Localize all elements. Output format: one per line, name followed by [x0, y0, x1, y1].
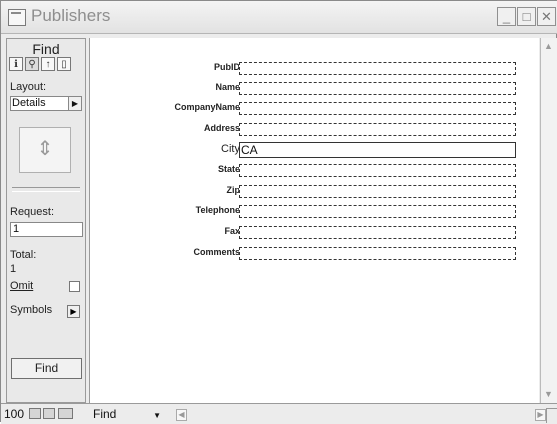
- form-area: PubID Name CompanyName Address City CA S…: [89, 38, 539, 403]
- pubid-label: PubID: [214, 62, 240, 72]
- zip-label: Zip: [226, 185, 241, 195]
- scroll-left-icon[interactable]: ◀: [176, 409, 187, 421]
- mode-select[interactable]: Find ▼: [93, 407, 163, 421]
- document-icon: [8, 9, 26, 26]
- chevron-down-icon[interactable]: ▼: [153, 409, 161, 423]
- scroll-up-icon[interactable]: ▲: [543, 41, 554, 51]
- omit-label: Omit: [10, 280, 34, 292]
- book-icon: ⇕: [36, 138, 54, 160]
- app-window: Publishers _ □ ✕ Find ℹ ⚲ ↑ ▯ Layout: De…: [0, 0, 557, 424]
- name-label: Name: [215, 82, 240, 92]
- browse-mode-icon[interactable]: ℹ: [9, 57, 23, 71]
- telephone-field[interactable]: [239, 205, 516, 218]
- minimize-button[interactable]: _: [497, 7, 516, 26]
- fax-label: Fax: [224, 226, 240, 236]
- companyname-label: CompanyName: [174, 102, 240, 112]
- status-area-toggle-icon[interactable]: [58, 408, 73, 419]
- address-field[interactable]: [239, 123, 516, 136]
- fax-field[interactable]: [239, 226, 516, 239]
- state-field[interactable]: [239, 164, 516, 177]
- scroll-down-icon[interactable]: ▼: [543, 389, 554, 399]
- status-bar: 100 Find ▼ ◀ ▶: [1, 403, 557, 424]
- mode-heading: Find: [32, 41, 60, 57]
- scroll-right-icon[interactable]: ▶: [535, 409, 546, 421]
- title-bar: Publishers _ □ ✕: [1, 1, 557, 34]
- comments-label: Comments: [193, 247, 240, 257]
- find-mode-icon[interactable]: ⚲: [25, 57, 39, 71]
- layout-mode-icon[interactable]: ↑: [41, 57, 55, 71]
- request-input[interactable]: 1: [10, 222, 83, 237]
- layout-value: Details: [12, 97, 46, 109]
- close-button[interactable]: ✕: [537, 7, 556, 26]
- window-title: Publishers: [31, 6, 111, 25]
- status-area: Find ℹ ⚲ ↑ ▯ Layout: Details ▶ ⇕ Request…: [6, 38, 86, 403]
- layout-label: Layout:: [10, 81, 47, 93]
- maximize-button[interactable]: □: [517, 7, 536, 26]
- comments-field[interactable]: [239, 247, 516, 260]
- symbols-label: Symbols: [10, 304, 53, 316]
- total-label: Total:: [10, 249, 37, 261]
- zip-field[interactable]: [239, 185, 516, 198]
- vertical-scrollbar[interactable]: ▲ ▼: [540, 38, 557, 403]
- pubid-field[interactable]: [239, 62, 516, 75]
- zoom-level[interactable]: 100: [4, 407, 24, 421]
- chevron-right-icon[interactable]: ▶: [68, 97, 81, 110]
- total-value: 1: [10, 263, 17, 275]
- state-label: State: [217, 164, 240, 174]
- request-slider[interactable]: [12, 187, 80, 192]
- find-button[interactable]: Find: [11, 358, 82, 379]
- chevron-right-icon[interactable]: ▶: [67, 305, 80, 318]
- city-label: City: [221, 143, 240, 155]
- companyname-field[interactable]: [239, 102, 516, 115]
- request-book[interactable]: ⇕: [19, 127, 71, 173]
- resize-grip-icon[interactable]: [546, 408, 557, 423]
- zoom-in-icon[interactable]: [43, 408, 55, 419]
- layout-select[interactable]: Details ▶: [10, 96, 82, 111]
- zoom-out-icon[interactable]: [29, 408, 41, 419]
- name-field[interactable]: [239, 82, 516, 95]
- city-field[interactable]: CA: [239, 142, 516, 158]
- preview-mode-icon[interactable]: ▯: [57, 57, 71, 71]
- omit-checkbox[interactable]: [69, 281, 80, 292]
- address-label: Address: [203, 123, 240, 133]
- mode-select-value: Find: [93, 407, 117, 421]
- telephone-label: Telephone: [195, 205, 240, 215]
- mode-buttons: ℹ ⚲ ↑ ▯: [9, 57, 73, 72]
- request-label: Request:: [10, 206, 55, 218]
